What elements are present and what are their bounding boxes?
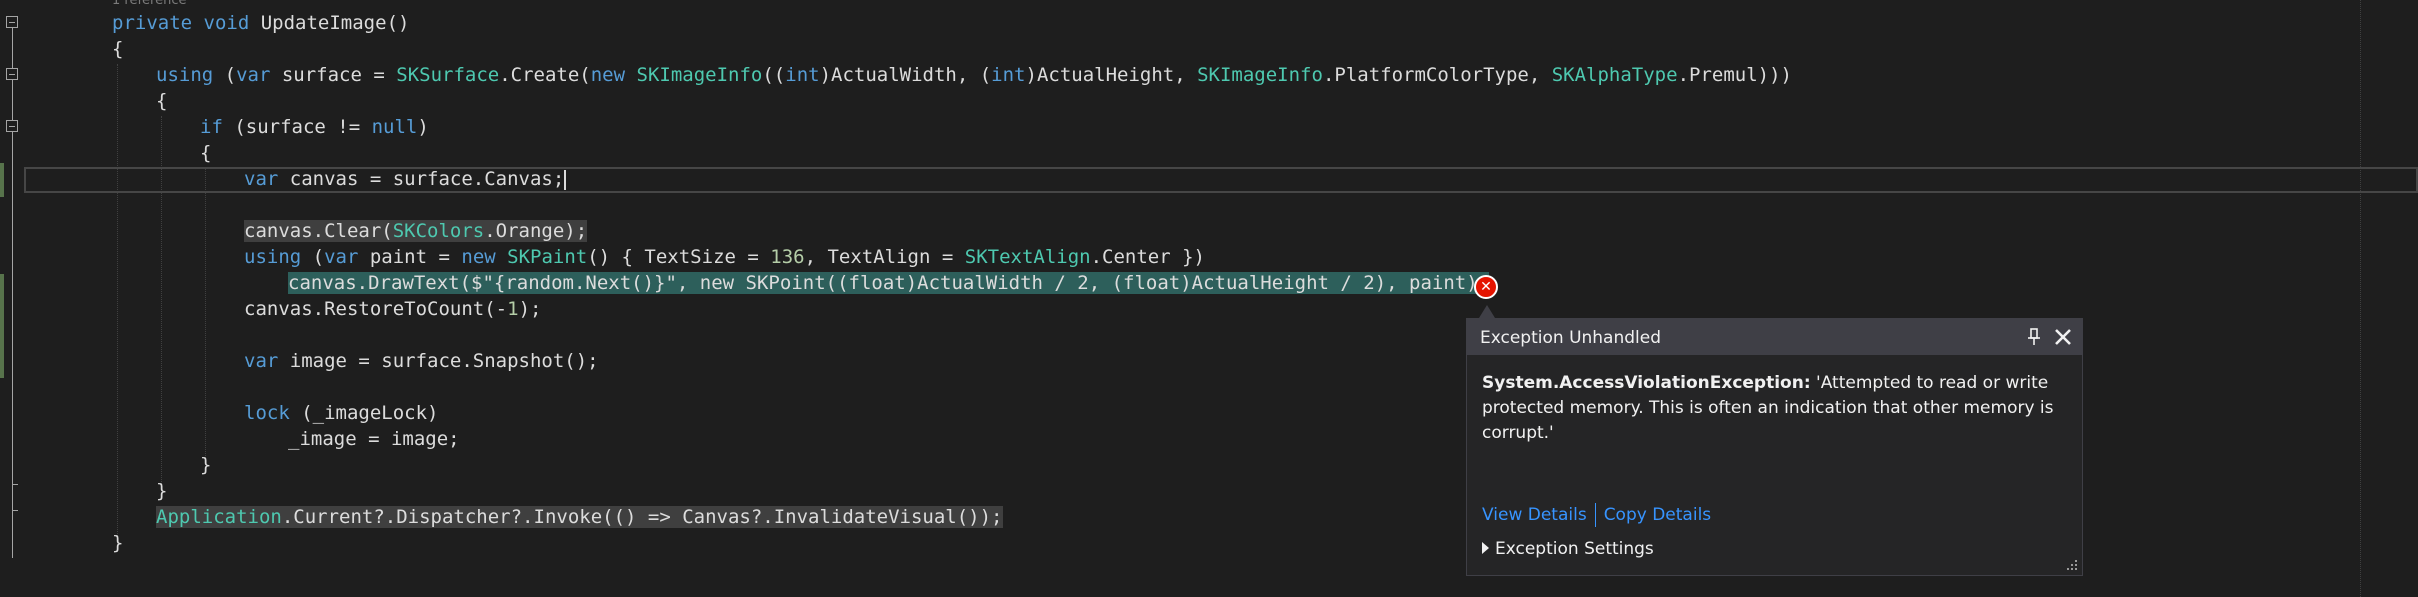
code-token: SKColors	[392, 220, 485, 242]
code-token: UpdateImage()	[249, 12, 410, 34]
code-token: (	[213, 64, 237, 86]
copy-details-link[interactable]: Copy Details	[1604, 505, 1711, 525]
code-token: 136	[770, 246, 805, 268]
code-token: SKPaint	[507, 246, 588, 268]
code-token: {	[156, 90, 168, 112]
code-token: }	[112, 532, 124, 554]
code-token: if	[200, 116, 223, 138]
code-token: }	[200, 454, 212, 476]
code-token: .Center })	[1090, 246, 1205, 268]
pin-icon[interactable]	[2024, 325, 2044, 349]
code-token: paint =	[358, 246, 462, 268]
code-token: .PlatformColorType,	[1322, 64, 1552, 86]
close-icon[interactable]	[2051, 325, 2075, 349]
code-token: ((	[762, 64, 786, 86]
exception-settings-toggle[interactable]: Exception Settings	[1482, 537, 1654, 561]
code-token: {	[200, 142, 212, 164]
code-token: int	[991, 64, 1026, 86]
code-line[interactable]: using (var paint = new SKPaint() { TextS…	[244, 244, 1205, 270]
code-line[interactable]: {	[200, 140, 211, 166]
code-token: new	[590, 64, 626, 86]
code-line[interactable]: var image = surface.Snapshot();	[244, 348, 599, 374]
error-x-icon[interactable]: ✕	[1474, 275, 1498, 299]
popup-title: Exception Unhandled	[1480, 328, 1662, 348]
code-token: .Create(	[499, 64, 591, 86]
popup-header: Exception Unhandled	[1467, 319, 2082, 355]
code-line[interactable]: var canvas = surface.Canvas;	[244, 166, 567, 192]
code-token: canvas.DrawText($"{random.Next()}", new …	[288, 272, 1490, 294]
code-line[interactable]: }	[200, 452, 211, 478]
code-token: SKImageInfo	[636, 64, 763, 86]
code-token: SKSurface	[396, 64, 500, 86]
code-token: canvas = surface.Canvas;	[278, 168, 565, 190]
code-line[interactable]: canvas.DrawText($"{random.Next()}", new …	[288, 270, 1490, 296]
popup-links: View Details Copy Details	[1482, 503, 1711, 527]
code-token: {	[112, 38, 124, 60]
code-token: int	[785, 64, 820, 86]
code-token: var	[244, 168, 279, 190]
code-token: canvas.Clear(	[244, 220, 393, 242]
code-line[interactable]: canvas.RestoreToCount(-1);	[244, 296, 541, 322]
code-token: new	[461, 246, 496, 268]
code-line[interactable]: private void UpdateImage()	[112, 10, 409, 36]
code-token: using	[156, 64, 214, 86]
code-token: , TextAlign =	[804, 246, 965, 268]
code-token: SKImageInfo	[1197, 64, 1323, 86]
code-token: var	[244, 350, 279, 372]
code-line[interactable]: _image = image;	[288, 426, 460, 452]
code-token: )ActualHeight,	[1025, 64, 1198, 86]
expand-triangle-icon	[1482, 542, 1489, 554]
code-token: .Premul)))	[1677, 64, 1792, 86]
code-token: (_imageLock)	[289, 402, 439, 424]
link-separator	[1594, 503, 1596, 527]
code-line[interactable]: canvas.Clear(SKColors.Orange);	[244, 218, 588, 244]
code-token: private	[112, 12, 193, 34]
code-token: SKTextAlign	[964, 246, 1091, 268]
code-token: surface =	[270, 64, 397, 86]
code-token: var	[324, 246, 359, 268]
code-token: var	[236, 64, 271, 86]
code-token: Application	[156, 506, 282, 528]
code-line[interactable]: using (var surface = SKSurface.Create(ne…	[156, 62, 1792, 88]
code-token: image = surface.Snapshot();	[278, 350, 599, 372]
code-editor[interactable]: 1 reference private void UpdateImage(){u…	[0, 0, 2418, 597]
code-line[interactable]: if (surface != null)	[200, 114, 429, 140]
code-token: )	[417, 116, 429, 138]
exception-settings-label: Exception Settings	[1495, 539, 1654, 559]
code-line[interactable]: }	[112, 530, 123, 556]
code-token: );	[518, 298, 542, 320]
code-line[interactable]: {	[112, 36, 123, 62]
view-details-link[interactable]: View Details	[1482, 505, 1587, 525]
resize-grip-icon[interactable]	[2064, 557, 2078, 571]
code-token: using	[244, 246, 302, 268]
exception-popup: Exception Unhandled System.AccessViolati…	[1466, 318, 2083, 576]
code-token: SKAlphaType	[1551, 64, 1678, 86]
code-token: _image = image;	[288, 428, 460, 450]
exception-message: System.AccessViolationException: 'Attemp…	[1482, 371, 2062, 446]
code-line[interactable]: }	[156, 478, 167, 504]
popup-pointer	[1479, 305, 1495, 318]
code-token: )ActualWidth, (	[819, 64, 992, 86]
code-token: canvas.RestoreToCount(-	[244, 298, 508, 320]
code-token: (surface !=	[222, 116, 372, 138]
code-token: (	[301, 246, 325, 268]
text-caret	[564, 169, 567, 190]
code-line[interactable]: Application.Current?.Dispatcher?.Invoke(…	[156, 504, 1003, 530]
code-line[interactable]: {	[156, 88, 167, 114]
code-token: .Current?.Dispatcher?.Invoke(() => Canva…	[281, 506, 1003, 528]
code-token: lock	[244, 402, 290, 424]
code-token: () { TextSize =	[587, 246, 771, 268]
code-token: 1	[507, 298, 519, 320]
code-token: null	[371, 116, 418, 138]
code-token: void	[203, 12, 250, 34]
exception-type: System.AccessViolationException:	[1482, 373, 1811, 393]
code-token: }	[156, 480, 168, 502]
code-line[interactable]: lock (_imageLock)	[244, 400, 438, 426]
code-token: .Orange);	[484, 220, 588, 242]
